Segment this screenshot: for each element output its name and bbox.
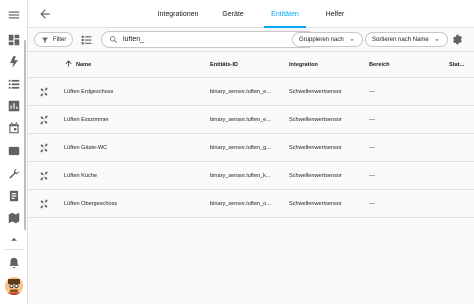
selection-mode-icon[interactable] bbox=[80, 33, 93, 46]
search-icon bbox=[110, 36, 117, 43]
avatar[interactable] bbox=[5, 277, 23, 295]
energy-icon[interactable] bbox=[7, 55, 21, 69]
table-header: Name Entitäts-ID Integration Bereich Sta… bbox=[28, 52, 474, 78]
group-by-label: Gruppieren nach bbox=[299, 36, 344, 43]
sort-by-button[interactable]: Sortieren nach Name bbox=[365, 32, 448, 47]
arrow-up-icon[interactable] bbox=[64, 59, 73, 68]
dashboard-icon[interactable] bbox=[7, 33, 21, 47]
history-chart-icon[interactable] bbox=[7, 99, 21, 113]
tab-helfer[interactable]: Helfer bbox=[318, 0, 352, 28]
fan-icon bbox=[38, 170, 50, 182]
table-row[interactable]: Lüften Esszimmer binary_sensor.luften_e.… bbox=[28, 106, 474, 134]
fan-icon bbox=[38, 198, 50, 210]
tab-integrationen[interactable]: Integrationen bbox=[148, 0, 208, 28]
table-row[interactable]: Lüften Küche binary_sensor.luften_k... S… bbox=[28, 162, 474, 190]
filter-label: Filter bbox=[53, 36, 67, 43]
calendar-icon[interactable] bbox=[7, 121, 21, 135]
cell-integration: Schwellenwertsensor bbox=[289, 201, 342, 207]
cell-entity-id: binary_sensor.luften_k... bbox=[210, 173, 271, 179]
column-header-status[interactable]: Stat... bbox=[449, 62, 464, 68]
cell-area: — bbox=[369, 173, 375, 179]
cell-entity-id: binary_sensor.luften_o... bbox=[210, 201, 271, 207]
menu-icon[interactable] bbox=[7, 8, 21, 22]
search-input[interactable] bbox=[123, 36, 273, 43]
column-header-area[interactable]: Bereich bbox=[369, 62, 390, 68]
list-icon[interactable] bbox=[7, 77, 21, 91]
column-header-integration[interactable]: Integration bbox=[289, 62, 318, 68]
toolbar: Filter Gruppieren nach Sortieren nach Na… bbox=[28, 28, 474, 52]
fan-icon bbox=[38, 114, 50, 126]
fan-icon bbox=[38, 142, 50, 154]
cell-area: — bbox=[369, 117, 375, 123]
entities-table: Name Entitäts-ID Integration Bereich Sta… bbox=[28, 52, 474, 218]
cell-area: — bbox=[369, 89, 375, 95]
table-row[interactable]: Lüften Erdgeschoss binary_sensor.luften_… bbox=[28, 78, 474, 106]
cell-name: Lüften Obergeschoss bbox=[64, 201, 118, 207]
cell-entity-id: binary_sensor.luften_g... bbox=[210, 145, 271, 151]
table-row[interactable]: Lüften Gäste-WC binary_sensor.luften_g..… bbox=[28, 134, 474, 162]
cell-integration: Schwellenwertsensor bbox=[289, 173, 342, 179]
search-field[interactable] bbox=[101, 31, 316, 48]
cell-name: Lüften Esszimmer bbox=[64, 117, 109, 123]
column-header-entity-id[interactable]: Entitäts-ID bbox=[210, 62, 238, 68]
sidebar-divider bbox=[4, 249, 24, 250]
cell-entity-id: binary_sensor.luften_e... bbox=[210, 117, 271, 123]
map-icon[interactable] bbox=[7, 211, 21, 225]
gear-icon[interactable] bbox=[451, 33, 464, 46]
sort-by-label: Sortieren nach Name bbox=[372, 36, 429, 43]
top-bar: Integrationen Geräte Entitäten Helfer bbox=[28, 0, 474, 28]
logbook-icon[interactable] bbox=[7, 189, 21, 203]
table-row[interactable]: Lüften Obergeschoss binary_sensor.luften… bbox=[28, 190, 474, 218]
bell-icon[interactable] bbox=[7, 256, 21, 270]
chevron-down-icon bbox=[435, 38, 439, 41]
filter-button[interactable]: Filter bbox=[34, 32, 74, 47]
filter-icon bbox=[42, 37, 48, 43]
wrench-icon[interactable] bbox=[7, 167, 21, 181]
sidebar-scrollbar[interactable] bbox=[24, 40, 26, 230]
column-header-name[interactable]: Name bbox=[76, 62, 91, 68]
cell-entity-id: binary_sensor.luften_e... bbox=[210, 89, 271, 95]
cell-integration: Schwellenwertsensor bbox=[289, 117, 342, 123]
cell-area: — bbox=[369, 201, 375, 207]
sidebar bbox=[0, 0, 28, 304]
cell-name: Lüften Küche bbox=[64, 173, 97, 179]
chevron-up-icon[interactable] bbox=[7, 232, 21, 246]
cell-name: Lüften Gäste-WC bbox=[64, 145, 108, 151]
cell-area: — bbox=[369, 145, 375, 151]
tab-entitaeten[interactable]: Entitäten bbox=[260, 0, 310, 28]
fan-icon bbox=[38, 86, 50, 98]
tab-geraete[interactable]: Geräte bbox=[216, 0, 250, 28]
cell-name: Lüften Erdgeschoss bbox=[64, 89, 114, 95]
cell-integration: Schwellenwertsensor bbox=[289, 89, 342, 95]
cell-integration: Schwellenwertsensor bbox=[289, 145, 342, 151]
back-arrow-icon[interactable] bbox=[38, 7, 52, 21]
group-by-button[interactable]: Gruppieren nach bbox=[292, 32, 363, 47]
chevron-down-icon bbox=[350, 38, 354, 41]
media-icon[interactable] bbox=[7, 144, 21, 158]
